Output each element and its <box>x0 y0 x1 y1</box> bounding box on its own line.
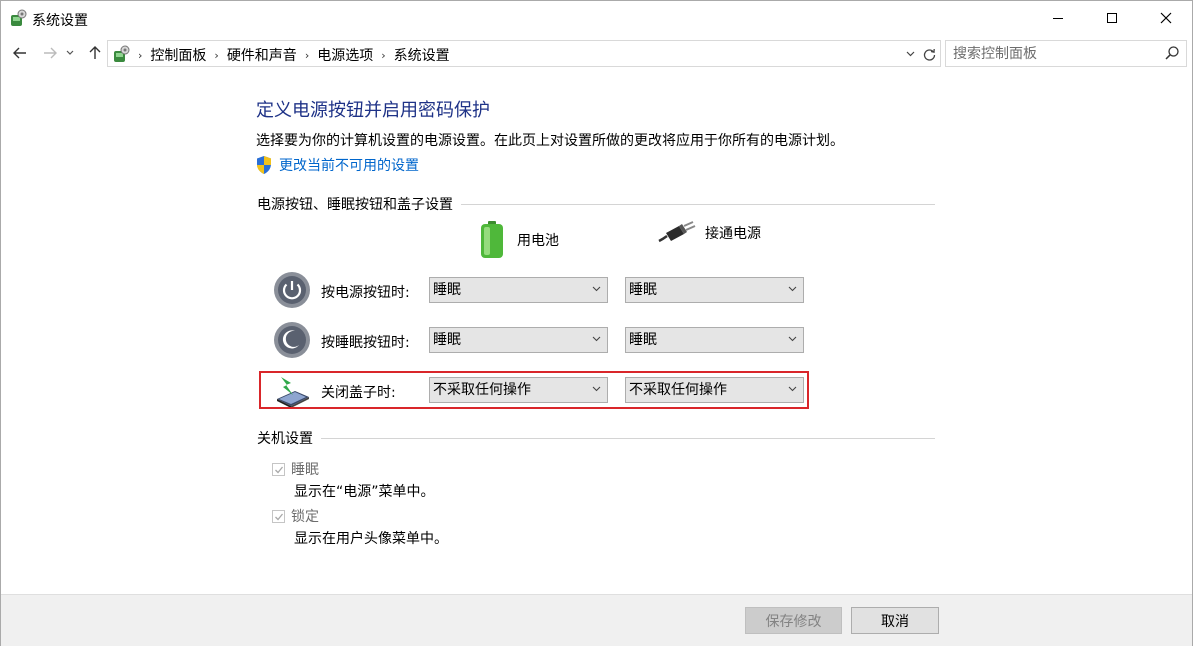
option-label: 锁定 <box>291 509 319 525</box>
column-header-battery: 用电池 <box>479 221 559 259</box>
power-plug-icon <box>658 221 696 243</box>
sleep-button-battery-select[interactable]: 睡眠 <box>429 327 608 353</box>
navigation-bar: › 控制面板 › 硬件和声音 › 电源选项 › 系统设置 <box>1 37 1192 71</box>
close-lid-highlight <box>259 371 809 409</box>
breadcrumb-item[interactable]: 系统设置 <box>394 45 450 65</box>
sleep-button-row: 按睡眠按钮时: 睡眠 睡眠 <box>271 319 811 363</box>
lock-option: 锁定 <box>272 506 319 526</box>
breadcrumb-separator-icon: › <box>304 48 310 62</box>
section-heading: 关机设置 <box>257 431 313 447</box>
refresh-icon <box>923 48 935 61</box>
minimize-icon <box>1053 17 1063 19</box>
page-description: 选择要为你的计算机设置的电源设置。在此页上对设置所做的更改将应用于你所有的电源计… <box>256 133 844 149</box>
maximize-icon <box>1107 13 1117 23</box>
chevron-down-icon <box>592 336 601 342</box>
breadcrumb-separator-icon: › <box>381 48 386 62</box>
checkmark-icon <box>275 466 284 473</box>
section-divider <box>321 437 935 439</box>
row-label: 按睡眠按钮时: <box>321 335 410 351</box>
select-value: 睡眠 <box>433 282 461 298</box>
select-value: 睡眠 <box>433 332 461 348</box>
breadcrumb-item[interactable]: 硬件和声音 <box>227 45 297 65</box>
breadcrumb-item[interactable]: 控制面板 <box>150 45 206 65</box>
option-label: 睡眠 <box>291 462 319 478</box>
chevron-down-icon <box>906 51 914 57</box>
select-value: 睡眠 <box>629 282 657 298</box>
chevron-down-icon <box>66 50 74 55</box>
section-divider <box>461 203 935 205</box>
system-settings-window: 系统设置 › 控制面板 › 硬件和声音 › 电源选项 › 系统设置 搜索控制面板… <box>0 0 1193 646</box>
arrow-right-icon <box>44 47 57 59</box>
column-label: 接通电源 <box>705 226 761 242</box>
select-value: 睡眠 <box>629 332 657 348</box>
chevron-down-icon <box>788 336 797 342</box>
back-button[interactable] <box>10 43 30 63</box>
up-button[interactable] <box>85 43 105 63</box>
power-button-battery-select[interactable]: 睡眠 <box>429 277 608 303</box>
option-description: 显示在用户头像菜单中。 <box>294 531 448 547</box>
control-panel-icon <box>114 45 130 62</box>
sleep-button-icon <box>274 322 310 358</box>
page-title: 定义电源按钮并启用密码保护 <box>256 100 490 121</box>
minimize-button[interactable] <box>1031 1 1085 35</box>
chevron-down-icon <box>788 286 797 292</box>
cancel-button[interactable]: 取消 <box>851 607 939 634</box>
forward-button[interactable] <box>40 43 60 63</box>
breadcrumb-separator-icon: › <box>214 48 219 62</box>
shutdown-section-header: 关机设置 <box>257 428 935 448</box>
search-icon[interactable] <box>1164 45 1180 61</box>
save-changes-button[interactable]: 保存修改 <box>745 607 842 634</box>
sleep-option: 睡眠 <box>272 459 319 479</box>
change-unavailable-settings-link[interactable]: 更改当前不可用的设置 <box>255 155 419 175</box>
breadcrumb-separator-icon: › <box>138 48 143 62</box>
column-header-plugged-in: 接通电源 <box>657 221 761 245</box>
column-label: 用电池 <box>517 233 559 249</box>
close-icon <box>1160 12 1172 24</box>
address-bar[interactable]: › 控制面板 › 硬件和声音 › 电源选项 › 系统设置 <box>107 40 941 67</box>
sleep-checkbox[interactable] <box>272 462 285 476</box>
battery-icon <box>481 221 503 258</box>
power-buttons-section-header: 电源按钮、睡眠按钮和盖子设置 <box>257 194 935 214</box>
arrow-left-icon <box>13 47 26 59</box>
breadcrumb: › 控制面板 › 硬件和声音 › 电源选项 › 系统设置 <box>136 45 450 65</box>
address-history-button[interactable] <box>902 45 918 63</box>
section-heading: 电源按钮、睡眠按钮和盖子设置 <box>257 197 453 213</box>
power-button-row: 按电源按钮时: 睡眠 睡眠 <box>271 269 811 313</box>
lock-checkbox[interactable] <box>272 509 285 523</box>
close-button[interactable] <box>1139 1 1193 35</box>
uac-shield-icon <box>257 156 271 174</box>
window-title: 系统设置 <box>32 13 88 29</box>
refresh-button[interactable] <box>920 45 938 63</box>
row-label: 按电源按钮时: <box>321 285 410 301</box>
recent-locations-button[interactable] <box>63 43 77 63</box>
sleep-button-plugged-select[interactable]: 睡眠 <box>625 327 804 353</box>
checkmark-icon <box>275 513 284 520</box>
search-input[interactable] <box>946 41 1156 66</box>
search-box <box>945 40 1187 67</box>
power-button-icon <box>274 272 310 308</box>
main-content: 定义电源按钮并启用密码保护 选择要为你的计算机设置的电源设置。在此页上对设置所做… <box>1 73 1192 593</box>
title-bar: 系统设置 <box>1 1 1192 35</box>
chevron-down-icon <box>592 286 601 292</box>
power-button-plugged-select[interactable]: 睡眠 <box>625 277 804 303</box>
arrow-up-icon <box>89 46 101 59</box>
breadcrumb-item[interactable]: 电源选项 <box>317 45 373 65</box>
option-description: 显示在“电源”菜单中。 <box>294 484 435 500</box>
maximize-button[interactable] <box>1085 1 1139 35</box>
control-panel-icon <box>11 9 27 26</box>
admin-link-label: 更改当前不可用的设置 <box>279 158 419 174</box>
footer-bar: 保存修改 取消 <box>1 594 1192 646</box>
